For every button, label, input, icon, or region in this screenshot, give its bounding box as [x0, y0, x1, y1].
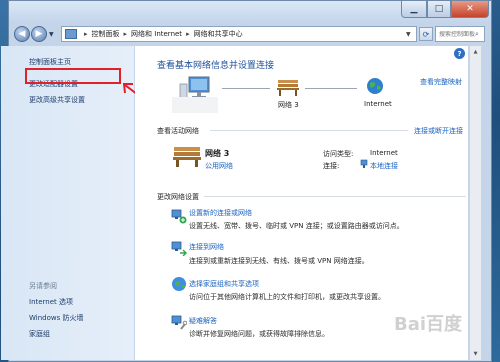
access-type-value: Internet — [370, 149, 398, 157]
breadcrumb-separator-icon[interactable]: ▸ — [186, 30, 190, 38]
page-title: 查看基本网络信息并设置连接 — [157, 61, 275, 71]
connect-to-network-description: 连接到或重新连接到无线、有线、拨号或 VPN 网络连接。 — [189, 257, 369, 265]
see-also-heading: 另请参阅 — [29, 282, 57, 290]
sidebar-link-internet-options[interactable]: Internet 选项 — [29, 297, 73, 307]
breadcrumb-separator-icon[interactable]: ▸ — [124, 30, 128, 38]
network-bench-icon[interactable] — [172, 144, 202, 168]
troubleshoot-link[interactable]: 疑难解答 — [189, 316, 217, 326]
highlight-box — [25, 68, 121, 84]
access-type-label: 访问类型: — [323, 150, 354, 158]
help-icon[interactable]: ? — [454, 48, 465, 59]
vertical-scrollbar[interactable]: ▲ ▼ — [469, 46, 481, 360]
active-network-name: 网络 3 — [205, 149, 230, 158]
divider — [210, 130, 408, 131]
sidebar-link-windows-firewall[interactable]: Windows 防火墙 — [29, 313, 83, 323]
connections-label: 连接: — [323, 162, 340, 170]
homegroup-sharing-description: 访问位于其他网络计算机上的文件和打印机，或更改共享设置。 — [189, 293, 385, 301]
search-input[interactable] — [439, 30, 475, 38]
homegroup-icon — [172, 277, 186, 291]
connect-network-icon — [171, 241, 187, 256]
breadcrumb-network-sharing-center[interactable]: 网络和共享中心 — [194, 29, 243, 39]
internet-globe-icon[interactable] — [366, 77, 384, 95]
local-connection-link[interactable]: 本地连接 — [370, 161, 398, 171]
recent-pages-dropdown-icon[interactable]: ▼ — [49, 31, 54, 38]
forward-button[interactable]: ▶ — [31, 26, 47, 42]
map-internet-label: Internet — [364, 100, 392, 108]
baidu-watermark: Bai百度 — [394, 314, 463, 335]
title-bar: ▁ □ ✕ — [9, 1, 491, 23]
address-bar[interactable]: ▸ 控制面板 ▸ 网络和 Internet ▸ 网络和共享中心 ▼ — [61, 26, 417, 42]
breadcrumb-control-panel[interactable]: 控制面板 — [92, 29, 120, 39]
address-dropdown-icon[interactable]: ▼ — [406, 31, 416, 38]
change-settings-heading: 更改网络设置 — [157, 193, 199, 201]
setup-connection-description: 设置无线、宽带、拨号、临时或 VPN 连接；或设置路由器或访问点。 — [189, 222, 404, 230]
network-setup-icon — [171, 209, 187, 224]
ethernet-icon — [360, 159, 368, 168]
search-icon[interactable]: ⌕ — [475, 30, 479, 39]
close-button[interactable]: ✕ — [451, 1, 489, 18]
control-panel-icon — [65, 29, 77, 39]
navigation-bar: ◀ ▶ ▼ ▸ 控制面板 ▸ 网络和 Internet ▸ 网络和共享中心 ▼ … — [9, 23, 491, 45]
scroll-down-icon[interactable]: ▼ — [470, 348, 481, 360]
breadcrumb-separator-icon[interactable]: ▸ — [84, 30, 88, 38]
map-connector-line — [222, 88, 270, 89]
setup-connection-link[interactable]: 设置新的连接或网络 — [189, 208, 252, 218]
connect-disconnect-link[interactable]: 连接或断开连接 — [414, 126, 463, 136]
search-box[interactable]: ⌕ — [435, 26, 485, 42]
scroll-up-icon[interactable]: ▲ — [470, 46, 481, 58]
breadcrumb-network-internet[interactable]: 网络和 Internet — [131, 29, 182, 39]
map-connector-line — [305, 88, 357, 89]
troubleshoot-icon — [171, 315, 187, 330]
maximize-button[interactable]: □ — [427, 1, 451, 18]
blurred-computer-name — [172, 97, 218, 113]
divider — [204, 196, 466, 197]
sidebar-link-homegroup[interactable]: 家庭组 — [29, 329, 50, 339]
homegroup-sharing-link[interactable]: 选择家庭组和共享选项 — [189, 279, 259, 289]
view-full-map-link[interactable]: 查看完整映射 — [420, 77, 462, 87]
map-network-label: 网络 3 — [278, 101, 299, 109]
refresh-button[interactable]: ⟳ — [419, 27, 433, 41]
connect-to-network-link[interactable]: 连接到网络 — [189, 242, 224, 252]
sidebar-link-home[interactable]: 控制面板主页 — [29, 57, 71, 67]
network-bench-icon[interactable] — [276, 78, 300, 96]
minimize-button[interactable]: ▁ — [401, 1, 427, 18]
back-button[interactable]: ◀ — [14, 26, 30, 42]
network-type-link[interactable]: 公用网络 — [205, 161, 233, 171]
troubleshoot-description: 诊断并修复网络问题，或获得故障排除信息。 — [189, 330, 329, 338]
sidebar: 控制面板主页 更改适配器设置 更改高级共享设置 另请参阅 Internet 选项… — [1, 46, 134, 360]
active-networks-heading: 查看活动网络 — [157, 127, 199, 135]
sidebar-link-advanced-sharing[interactable]: 更改高级共享设置 — [29, 95, 85, 105]
